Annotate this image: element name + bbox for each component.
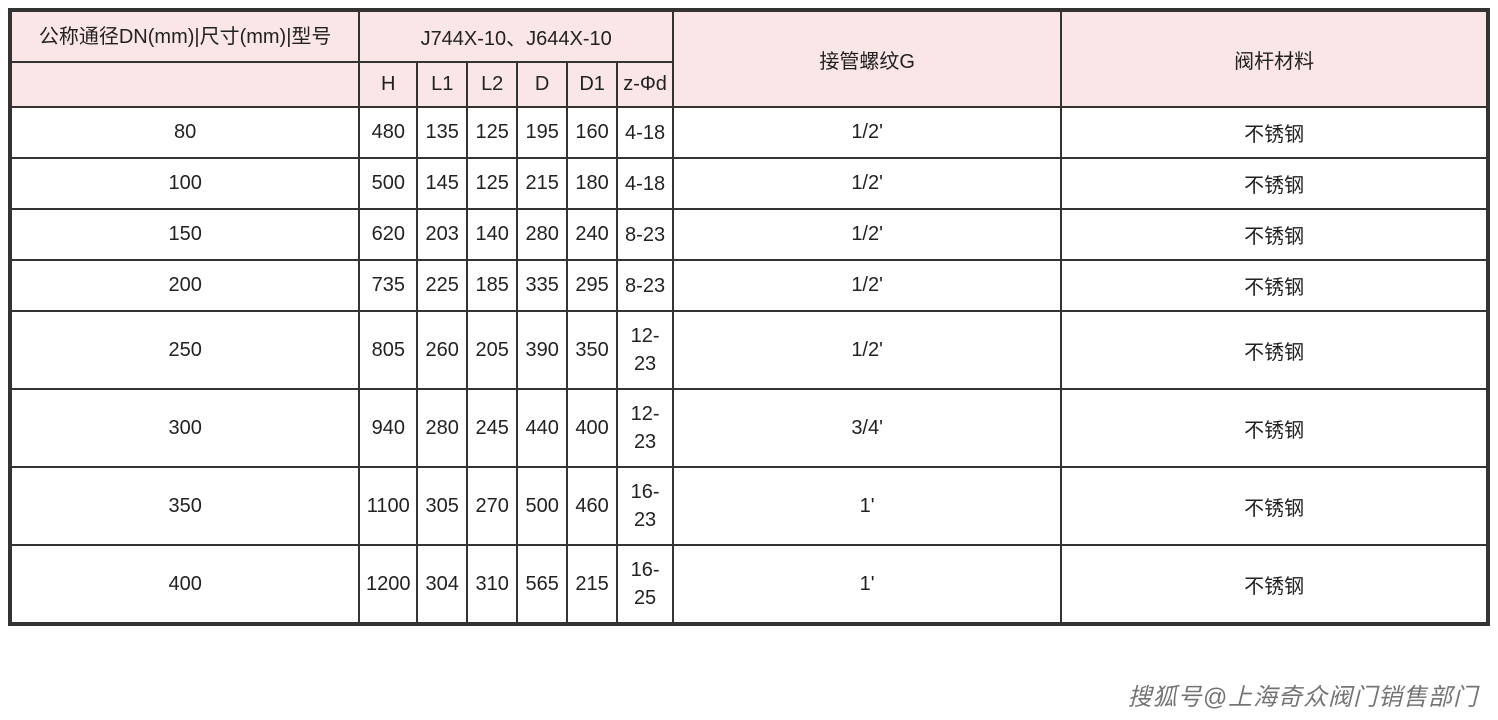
cell-d1: 295 [567,260,617,311]
watermark: 搜狐号@上海奇众阀门销售部门 [1128,677,1478,712]
cell-l1: 203 [417,209,467,260]
table-row: 350110030527050046016-231'不锈钢 [11,467,1487,545]
cell-l2: 125 [467,158,517,209]
cell-l1: 225 [417,260,467,311]
cell-d: 215 [517,158,567,209]
cell-dn: 150 [11,209,359,260]
cell-l2: 245 [467,389,517,467]
cell-thread: 3/4' [673,389,1061,467]
cell-zphi: 16-23 [617,467,673,545]
header-l2: L2 [467,62,517,107]
cell-d1: 460 [567,467,617,545]
cell-dn: 100 [11,158,359,209]
table-row: 25080526020539035012-231/2'不锈钢 [11,311,1487,389]
cell-d: 280 [517,209,567,260]
cell-h: 620 [359,209,417,260]
cell-l2: 310 [467,545,517,623]
cell-d1: 215 [567,545,617,623]
cell-h: 1100 [359,467,417,545]
cell-d1: 160 [567,107,617,158]
cell-dn: 400 [11,545,359,623]
cell-d1: 180 [567,158,617,209]
cell-d: 440 [517,389,567,467]
cell-material: 不锈钢 [1061,389,1487,467]
cell-zphi: 16-25 [617,545,673,623]
cell-d: 500 [517,467,567,545]
cell-l1: 280 [417,389,467,467]
cell-h: 735 [359,260,417,311]
cell-material: 不锈钢 [1061,209,1487,260]
cell-l2: 185 [467,260,517,311]
cell-h: 805 [359,311,417,389]
cell-material: 不锈钢 [1061,158,1487,209]
valve-spec-table: 公称通径DN(mm)|尺寸(mm)|型号 J744X-10、J644X-10 接… [8,8,1490,626]
header-h: H [359,62,417,107]
cell-l2: 270 [467,467,517,545]
table-row: 1506202031402802408-231/2'不锈钢 [11,209,1487,260]
cell-zphi: 8-23 [617,260,673,311]
cell-thread: 1/2' [673,209,1061,260]
cell-l1: 260 [417,311,467,389]
cell-h: 480 [359,107,417,158]
cell-zphi: 4-18 [617,107,673,158]
cell-d: 335 [517,260,567,311]
header-thread: 接管螺纹G [673,11,1061,107]
cell-zphi: 12-23 [617,311,673,389]
cell-material: 不锈钢 [1061,467,1487,545]
cell-h: 500 [359,158,417,209]
table-row: 1005001451252151804-181/2'不锈钢 [11,158,1487,209]
cell-d1: 350 [567,311,617,389]
cell-l1: 304 [417,545,467,623]
cell-zphi: 4-18 [617,158,673,209]
header-d1: D1 [567,62,617,107]
cell-thread: 1/2' [673,158,1061,209]
cell-d1: 240 [567,209,617,260]
cell-thread: 1/2' [673,311,1061,389]
header-blank [11,62,359,107]
table-row: 400120030431056521516-251'不锈钢 [11,545,1487,623]
cell-thread: 1' [673,545,1061,623]
cell-l2: 140 [467,209,517,260]
header-zphi: z-Φd [617,62,673,107]
cell-material: 不锈钢 [1061,107,1487,158]
cell-thread: 1' [673,467,1061,545]
cell-dn: 300 [11,389,359,467]
cell-d: 390 [517,311,567,389]
header-material: 阀杆材料 [1061,11,1487,107]
cell-thread: 1/2' [673,107,1061,158]
cell-dn: 250 [11,311,359,389]
header-l1: L1 [417,62,467,107]
cell-d: 195 [517,107,567,158]
cell-l2: 205 [467,311,517,389]
cell-l2: 125 [467,107,517,158]
cell-d: 565 [517,545,567,623]
header-d: D [517,62,567,107]
table-body: 804801351251951604-181/2'不锈钢100500145125… [11,107,1487,623]
header-dn: 公称通径DN(mm)|尺寸(mm)|型号 [11,11,359,62]
cell-l1: 145 [417,158,467,209]
cell-h: 940 [359,389,417,467]
cell-h: 1200 [359,545,417,623]
cell-dn: 350 [11,467,359,545]
cell-d1: 400 [567,389,617,467]
cell-thread: 1/2' [673,260,1061,311]
table-row: 2007352251853352958-231/2'不锈钢 [11,260,1487,311]
cell-material: 不锈钢 [1061,311,1487,389]
cell-l1: 135 [417,107,467,158]
header-model-group: J744X-10、J644X-10 [359,11,673,62]
table-row: 30094028024544040012-233/4'不锈钢 [11,389,1487,467]
table-row: 804801351251951604-181/2'不锈钢 [11,107,1487,158]
cell-zphi: 8-23 [617,209,673,260]
cell-zphi: 12-23 [617,389,673,467]
cell-dn: 80 [11,107,359,158]
cell-dn: 200 [11,260,359,311]
cell-material: 不锈钢 [1061,260,1487,311]
cell-l1: 305 [417,467,467,545]
cell-material: 不锈钢 [1061,545,1487,623]
